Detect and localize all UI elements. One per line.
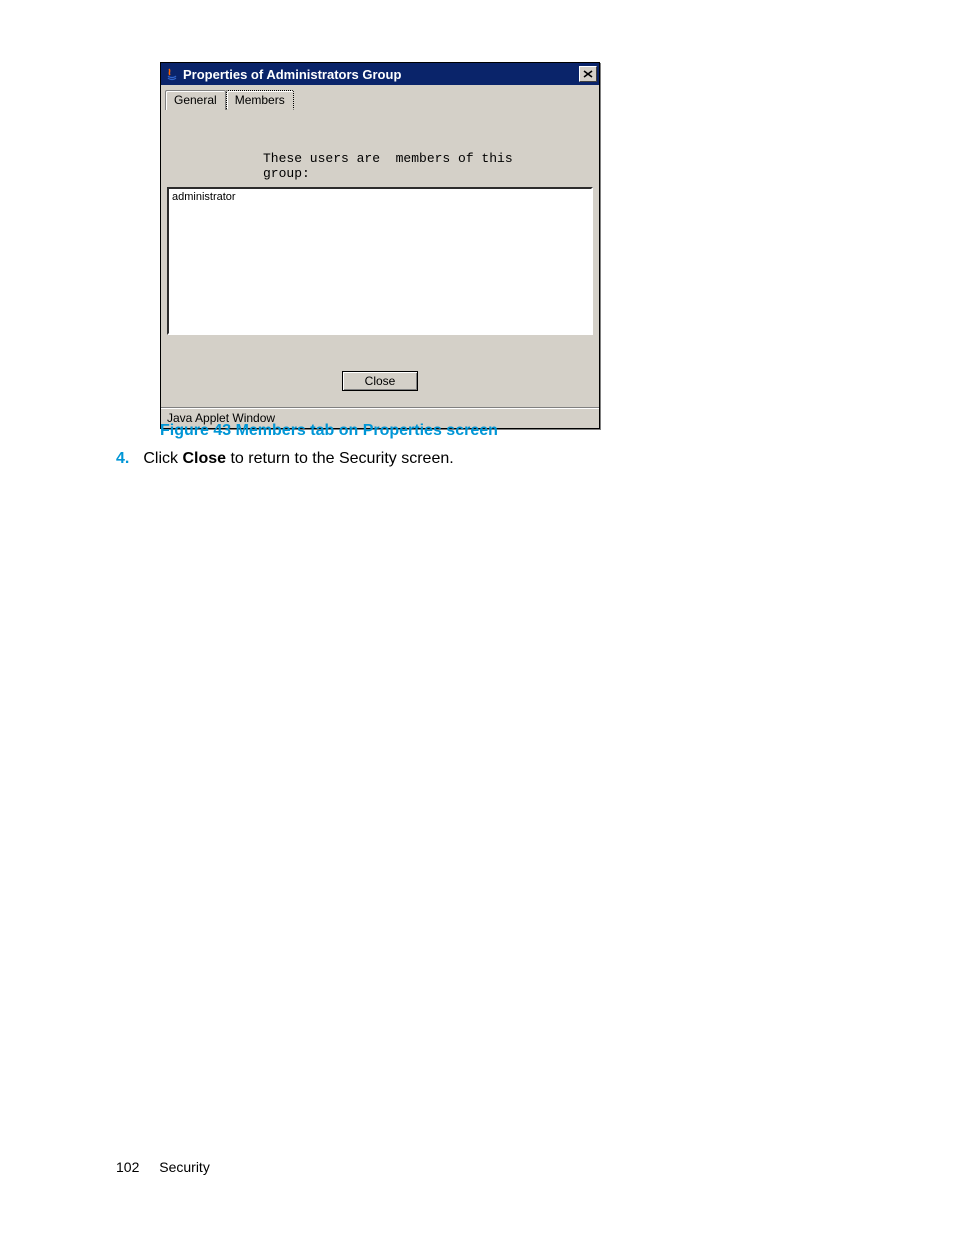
figure-caption: Figure 43 Members tab on Properties scre…	[160, 422, 498, 440]
dialog-close-button[interactable]	[579, 66, 597, 82]
members-description: These users are members of this group:	[263, 151, 593, 181]
step-pre: Click	[143, 450, 182, 467]
close-button[interactable]: Close	[342, 371, 419, 391]
java-icon	[165, 67, 179, 81]
document-page: Properties of Administrators Group Gener…	[0, 0, 954, 1235]
instruction-step: 4. Click Close to return to the Security…	[116, 450, 454, 468]
dialog-body: These users are members of this group: a…	[161, 109, 599, 407]
page-number: 102	[116, 1159, 139, 1175]
tab-members[interactable]: Members	[226, 90, 294, 110]
step-text: Click Close to return to the Security sc…	[143, 450, 453, 468]
tab-strip: General Members	[161, 85, 599, 109]
members-listbox[interactable]: administrator	[167, 187, 593, 335]
step-post: to return to the Security screen.	[226, 450, 454, 467]
tab-general[interactable]: General	[165, 90, 226, 110]
dialog-titlebar: Properties of Administrators Group	[161, 63, 599, 85]
dialog-title: Properties of Administrators Group	[183, 67, 579, 82]
step-bold: Close	[182, 450, 226, 467]
list-item[interactable]: administrator	[172, 191, 588, 204]
section-name: Security	[159, 1159, 210, 1175]
page-footer: 102 Security	[116, 1159, 210, 1175]
button-row: Close	[167, 371, 593, 401]
close-icon	[583, 70, 593, 78]
step-number: 4.	[116, 450, 129, 468]
properties-dialog: Properties of Administrators Group Gener…	[160, 62, 600, 429]
